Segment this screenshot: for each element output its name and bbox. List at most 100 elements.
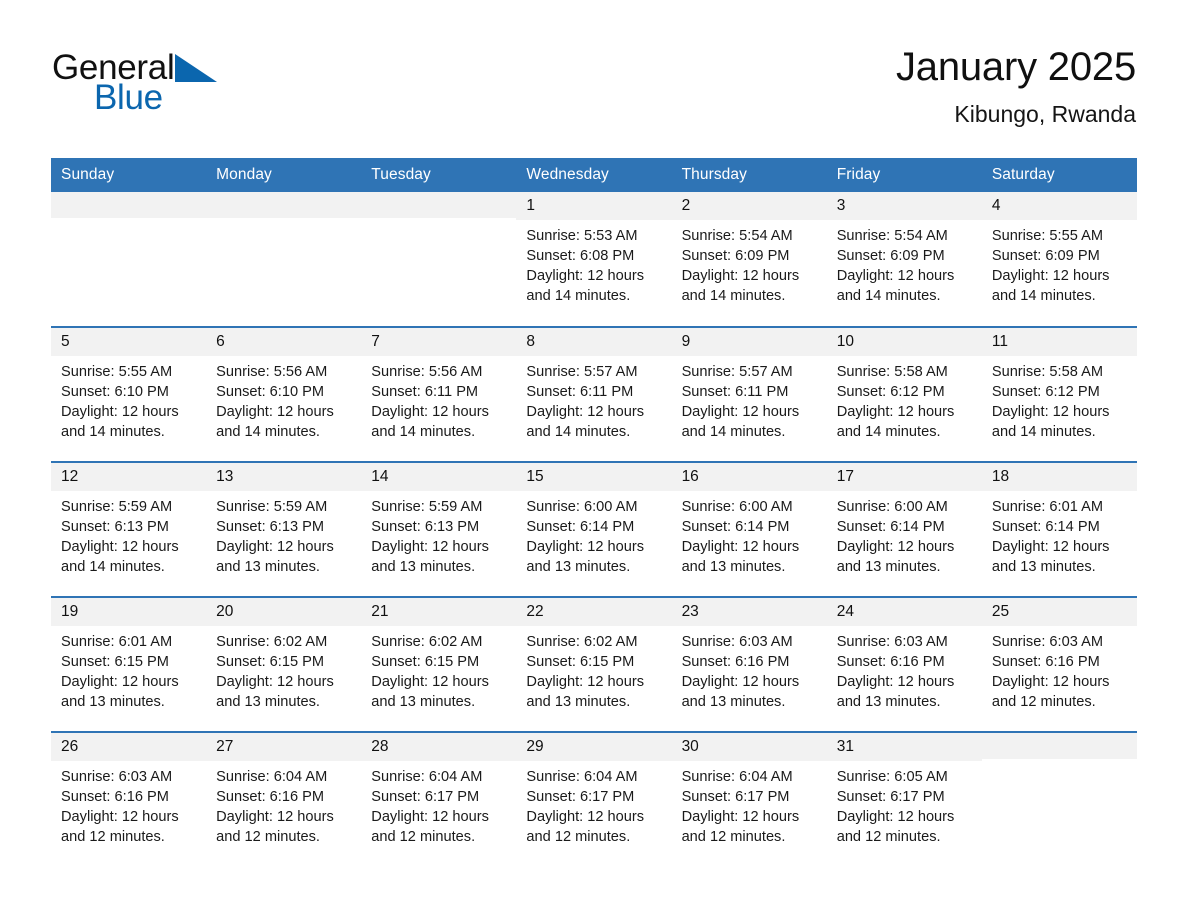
calendar-day-cell[interactable]: 9 Sunrise: 5:57 AM Sunset: 6:11 PM Daylight… [671, 326, 827, 462]
sunset-text: Sunset: 6:09 PM [836, 247, 945, 264]
calendar-week-row: 19 Sunrise: 6:01 AM Sunset: 6:15 PM Dayligh… [51, 596, 1137, 732]
calendar-day-cell[interactable]: 12 Sunrise: 5:59 AM Sunset: 6:13 PM Dayligh… [51, 461, 207, 597]
sunset-text: Sunset: 6:16 PM [836, 653, 945, 670]
day-sun-info: Sunrise: 6:03 AM Sunset: 6:16 PM Daylight:… [672, 626, 827, 712]
calendar-day-cell[interactable]: 30 Sunrise: 6:04 AM Sunset: 6:17 PM Dayligh… [671, 731, 827, 867]
sunrise-text: Sunrise: 5:57 AM [526, 363, 638, 380]
calendar-day-cell[interactable] [206, 192, 362, 327]
day-cell: 29 Sunrise: 6:04 AM Sunset: 6:17 PM Dayligh… [516, 733, 672, 867]
calendar-day-cell[interactable]: 19 Sunrise: 6:01 AM Sunset: 6:15 PM Dayligh… [51, 596, 207, 732]
day-number: 15 [516, 463, 672, 491]
sunset-text: Sunset: 6:14 PM [991, 518, 1100, 535]
sunset-text: Sunset: 6:12 PM [991, 383, 1100, 400]
calendar-day-cell[interactable]: 8 Sunrise: 5:57 AM Sunset: 6:11 PM Daylight… [516, 326, 672, 462]
day-cell: 4 Sunrise: 5:55 AM Sunset: 6:09 PM Daylight… [981, 192, 1137, 326]
daylight-text: Daylight: 12 hours and 14 minutes. [526, 267, 645, 304]
daylight-text: Daylight: 12 hours and 13 minutes. [681, 673, 800, 710]
calendar-day-cell[interactable]: 27 Sunrise: 6:04 AM Sunset: 6:16 PM Dayligh… [206, 731, 362, 867]
calendar-day-cell[interactable]: 29 Sunrise: 6:04 AM Sunset: 6:17 PM Dayligh… [516, 731, 672, 867]
calendar-body: 1 Sunrise: 5:53 AM Sunset: 6:08 PM Daylight… [51, 192, 1137, 867]
sunset-text: Sunset: 6:08 PM [526, 247, 635, 264]
sunrise-text: Sunrise: 6:04 AM [681, 768, 793, 785]
general-blue-logo[interactable]: General Blue [52, 44, 218, 115]
calendar-day-cell[interactable]: 3 Sunrise: 5:54 AM Sunset: 6:09 PM Daylight… [826, 192, 982, 327]
day-sun-info: Sunrise: 6:01 AM Sunset: 6:15 PM Daylight:… [51, 626, 206, 712]
empty-day-cell [51, 192, 207, 326]
calendar-day-cell[interactable]: 26 Sunrise: 6:03 AM Sunset: 6:16 PM Dayligh… [51, 731, 207, 867]
day-number: 4 [981, 192, 1137, 220]
sunset-text: Sunset: 6:16 PM [61, 788, 169, 805]
sunrise-text: Sunrise: 6:03 AM [836, 633, 948, 650]
sunrise-text: Sunrise: 6:00 AM [681, 498, 793, 515]
day-cell: 21 Sunrise: 6:02 AM Sunset: 6:15 PM Dayligh… [361, 598, 517, 731]
daylight-text: Daylight: 12 hours and 13 minutes. [681, 538, 800, 575]
calendar-day-cell[interactable]: 14 Sunrise: 5:59 AM Sunset: 6:13 PM Dayligh… [361, 461, 517, 597]
calendar-header-row: Sunday Monday Tuesday Wednesday Thursday… [51, 158, 1137, 192]
sunrise-text: Sunrise: 5:56 AM [371, 363, 483, 380]
calendar-day-cell[interactable]: 13 Sunrise: 5:59 AM Sunset: 6:13 PM Dayligh… [206, 461, 362, 597]
daylight-text: Daylight: 12 hours and 13 minutes. [371, 673, 489, 710]
day-number: 29 [516, 733, 672, 761]
sunset-text: Sunset: 6:16 PM [216, 788, 325, 805]
calendar-day-cell[interactable]: 20 Sunrise: 6:02 AM Sunset: 6:15 PM Dayligh… [206, 596, 362, 732]
day-cell: 15 Sunrise: 6:00 AM Sunset: 6:14 PM Dayligh… [516, 463, 672, 596]
day-cell: 6 Sunrise: 5:56 AM Sunset: 6:10 PM Daylight… [206, 328, 362, 461]
calendar-day-cell[interactable]: 24 Sunrise: 6:03 AM Sunset: 6:16 PM Dayligh… [826, 596, 982, 732]
calendar-day-cell[interactable] [51, 192, 207, 327]
calendar-day-cell[interactable]: 17 Sunrise: 6:00 AM Sunset: 6:14 PM Dayligh… [826, 461, 982, 597]
day-number: 2 [671, 192, 827, 220]
day-sun-info: Sunrise: 6:04 AM Sunset: 6:17 PM Daylight:… [361, 761, 516, 847]
calendar-day-cell[interactable]: 10 Sunrise: 5:58 AM Sunset: 6:12 PM Dayligh… [826, 326, 982, 462]
day-cell: 1 Sunrise: 5:53 AM Sunset: 6:08 PM Daylight… [516, 192, 672, 326]
daylight-text: Daylight: 12 hours and 12 minutes. [836, 808, 955, 845]
calendar-day-cell[interactable]: 4 Sunrise: 5:55 AM Sunset: 6:09 PM Daylight… [981, 192, 1137, 327]
calendar-day-cell[interactable]: 21 Sunrise: 6:02 AM Sunset: 6:15 PM Dayligh… [361, 596, 517, 732]
calendar-day-cell[interactable]: 5 Sunrise: 5:55 AM Sunset: 6:10 PM Daylight… [51, 326, 207, 462]
sunrise-text: Sunrise: 6:01 AM [61, 633, 173, 650]
daylight-text: Daylight: 12 hours and 13 minutes. [526, 538, 645, 575]
day-sun-info: Sunrise: 5:58 AM Sunset: 6:12 PM Daylight:… [827, 356, 982, 442]
daylight-text: Daylight: 12 hours and 14 minutes. [991, 267, 1110, 304]
weekday-header-sunday: Sunday [51, 158, 207, 192]
calendar-day-cell[interactable] [981, 731, 1137, 867]
calendar-day-cell[interactable]: 23 Sunrise: 6:03 AM Sunset: 6:16 PM Dayligh… [671, 596, 827, 732]
day-sun-info: Sunrise: 5:57 AM Sunset: 6:11 PM Daylight:… [516, 356, 671, 442]
sunrise-text: Sunrise: 5:54 AM [681, 227, 793, 244]
calendar-day-cell[interactable]: 25 Sunrise: 6:03 AM Sunset: 6:16 PM Dayligh… [981, 596, 1137, 732]
calendar-day-cell[interactable]: 18 Sunrise: 6:01 AM Sunset: 6:14 PM Dayligh… [981, 461, 1137, 597]
sunset-text: Sunset: 6:15 PM [526, 653, 635, 670]
daylight-text: Daylight: 12 hours and 12 minutes. [61, 808, 179, 845]
calendar-day-cell[interactable]: 28 Sunrise: 6:04 AM Sunset: 6:17 PM Dayligh… [361, 731, 517, 867]
calendar-day-cell[interactable]: 15 Sunrise: 6:00 AM Sunset: 6:14 PM Dayligh… [516, 461, 672, 597]
day-number: 14 [361, 463, 517, 491]
calendar-day-cell[interactable]: 7 Sunrise: 5:56 AM Sunset: 6:11 PM Daylight… [361, 326, 517, 462]
empty-day-cell [206, 192, 362, 326]
sunrise-text: Sunrise: 6:01 AM [991, 498, 1103, 515]
day-sun-info: Sunrise: 5:55 AM Sunset: 6:09 PM Daylight:… [982, 220, 1137, 306]
calendar-day-cell[interactable]: 31 Sunrise: 6:05 AM Sunset: 6:17 PM Dayligh… [826, 731, 982, 867]
calendar-day-cell[interactable]: 22 Sunrise: 6:02 AM Sunset: 6:15 PM Dayligh… [516, 596, 672, 732]
day-cell: 30 Sunrise: 6:04 AM Sunset: 6:17 PM Dayligh… [671, 733, 827, 867]
day-number: 28 [361, 733, 517, 761]
day-number [981, 733, 1137, 759]
calendar-day-cell[interactable]: 1 Sunrise: 5:53 AM Sunset: 6:08 PM Daylight… [516, 192, 672, 327]
day-number: 26 [51, 733, 207, 761]
weekday-header-thursday: Thursday [671, 158, 827, 192]
calendar-day-cell[interactable]: 11 Sunrise: 5:58 AM Sunset: 6:12 PM Dayligh… [981, 326, 1137, 462]
day-cell: 31 Sunrise: 6:05 AM Sunset: 6:17 PM Dayligh… [826, 733, 982, 867]
sunset-text: Sunset: 6:11 PM [526, 383, 634, 400]
calendar-day-cell[interactable]: 16 Sunrise: 6:00 AM Sunset: 6:14 PM Dayligh… [671, 461, 827, 597]
daylight-text: Daylight: 12 hours and 13 minutes. [526, 673, 645, 710]
day-sun-info: Sunrise: 6:01 AM Sunset: 6:14 PM Daylight:… [982, 491, 1137, 577]
sunset-text: Sunset: 6:15 PM [216, 653, 325, 670]
calendar-day-cell[interactable] [361, 192, 517, 327]
calendar-day-cell[interactable]: 2 Sunrise: 5:54 AM Sunset: 6:09 PM Daylight… [671, 192, 827, 327]
daylight-text: Daylight: 12 hours and 14 minutes. [836, 267, 955, 304]
day-number: 9 [671, 328, 827, 356]
day-sun-info: Sunrise: 6:04 AM Sunset: 6:16 PM Daylight:… [206, 761, 361, 847]
sunrise-text: Sunrise: 5:58 AM [836, 363, 948, 380]
calendar-day-cell[interactable]: 6 Sunrise: 5:56 AM Sunset: 6:10 PM Daylight… [206, 326, 362, 462]
day-number [51, 192, 207, 218]
sunset-text: Sunset: 6:13 PM [216, 518, 325, 535]
daylight-text: Daylight: 12 hours and 13 minutes. [216, 673, 334, 710]
